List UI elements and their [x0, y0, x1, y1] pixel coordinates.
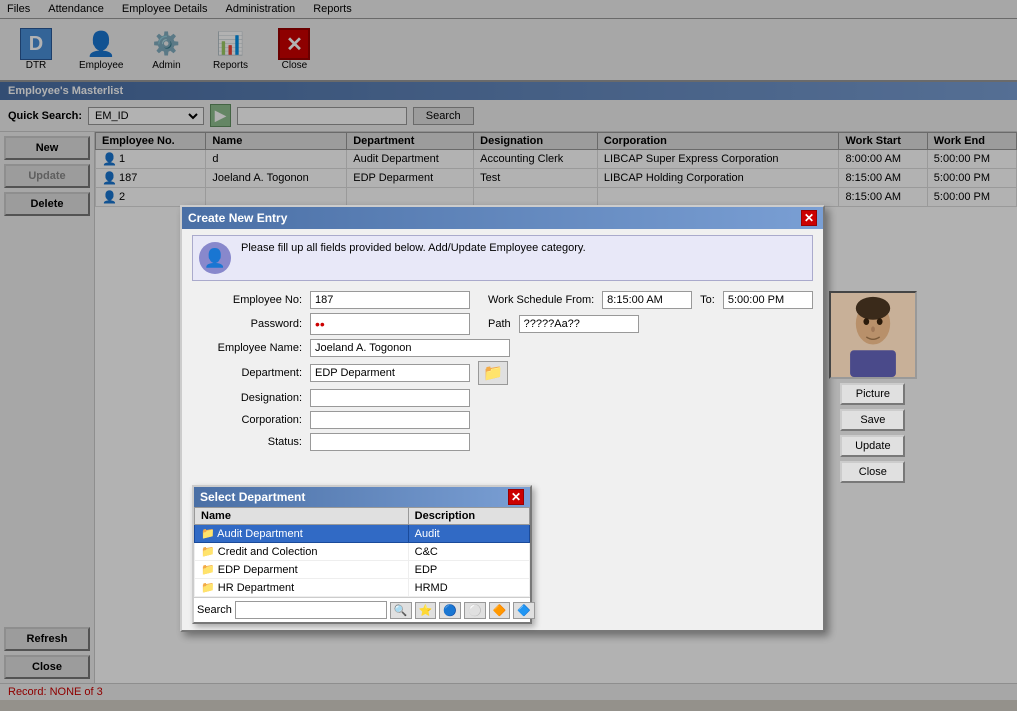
status-input[interactable]: [310, 433, 470, 451]
dept-dropdown-title-text: Select Department: [200, 490, 305, 504]
dept-row[interactable]: 📁 Credit and Colection C&C: [195, 543, 530, 561]
dept-row-icon: 📁: [201, 546, 218, 558]
dept-col-desc: Description: [408, 508, 529, 525]
department-row: Department: 📁: [192, 361, 813, 385]
employee-name-row: Employee Name:: [192, 339, 813, 357]
dept-cell-name: 📁 HR Department: [195, 579, 409, 597]
work-schedule-label: Work Schedule From:: [488, 294, 594, 306]
dept-cell-desc: C&C: [408, 543, 529, 561]
dept-row[interactable]: 📁 Audit Department Audit: [195, 525, 530, 543]
dept-search-label: Search: [197, 604, 232, 616]
dept-row[interactable]: 📁 HR Department HRMD: [195, 579, 530, 597]
corporation-input[interactable]: [310, 411, 470, 429]
dept-row[interactable]: 📁 EDP Deparment EDP: [195, 561, 530, 579]
dept-col-name: Name: [195, 508, 409, 525]
designation-input[interactable]: [310, 389, 470, 407]
department-browse-button[interactable]: 📁: [478, 361, 508, 385]
dept-row-icon: 📁: [201, 564, 218, 576]
path-input[interactable]: [519, 315, 639, 333]
dept-dropdown-title: Select Department ✕: [194, 487, 530, 507]
work-from-input[interactable]: [602, 291, 692, 309]
corporation-row: Corporation:: [192, 411, 813, 429]
work-to-input[interactable]: [723, 291, 813, 309]
employee-name-label: Employee Name:: [192, 342, 302, 354]
corporation-label: Corporation:: [192, 414, 302, 426]
modal-overlay: Create New Entry ✕ 👤 Please fill up all …: [0, 0, 1017, 711]
path-label: Path: [488, 318, 511, 330]
employee-no-row: Employee No: Work Schedule From: To:: [192, 291, 813, 309]
password-row: Password: Path: [192, 313, 813, 335]
modal-close-button[interactable]: ✕: [801, 210, 817, 226]
dept-search-icon-btn-3[interactable]: 🔵: [439, 602, 461, 619]
save-button[interactable]: Save: [840, 409, 905, 431]
modal-title: Create New Entry: [188, 211, 287, 225]
status-row: Status:: [192, 433, 813, 451]
modal-update-button[interactable]: Update: [840, 435, 905, 457]
dept-search-bar: Search 🔍 ⭐ 🔵 ⚪ 🔶 🔷: [194, 597, 530, 622]
department-input[interactable]: [310, 364, 470, 382]
dept-dropdown-close-button[interactable]: ✕: [508, 489, 524, 505]
employee-photo: [831, 291, 915, 379]
work-to-label: To:: [700, 294, 715, 306]
dept-cell-desc: Audit: [408, 525, 529, 543]
modal-titlebar: Create New Entry ✕: [182, 207, 823, 229]
dept-table: Name Description 📁 Audit Department Audi…: [194, 507, 530, 597]
modal-header-msg: Please fill up all fields provided below…: [241, 242, 586, 254]
modal-header: 👤 Please fill up all fields provided bel…: [192, 235, 813, 281]
employee-no-input[interactable]: [310, 291, 470, 309]
password-input[interactable]: [310, 313, 470, 335]
password-label: Password:: [192, 318, 302, 330]
photo-box: [829, 291, 917, 379]
department-label: Department:: [192, 367, 302, 379]
picture-button[interactable]: Picture: [840, 383, 905, 405]
dept-cell-name: 📁 EDP Deparment: [195, 561, 409, 579]
employee-no-label: Employee No:: [192, 294, 302, 306]
modal-header-icon: 👤: [199, 242, 231, 274]
designation-row: Designation:: [192, 389, 813, 407]
dept-row-icon: 📁: [201, 528, 217, 540]
dept-search-icon-btn-1[interactable]: 🔍: [390, 602, 412, 619]
dept-search-icon-btn-2[interactable]: ⭐: [415, 602, 437, 619]
dept-cell-name: 📁 Credit and Colection: [195, 543, 409, 561]
modal-close-action-button[interactable]: Close: [840, 461, 905, 483]
dept-search-icon-btn-6[interactable]: 🔷: [513, 602, 535, 619]
dept-search-icon-btn-5[interactable]: 🔶: [489, 602, 511, 619]
status-label: Status:: [192, 436, 302, 448]
create-new-entry-modal: Create New Entry ✕ 👤 Please fill up all …: [180, 205, 825, 632]
dept-search-input[interactable]: [235, 601, 387, 619]
dept-cell-desc: HRMD: [408, 579, 529, 597]
dept-cell-name: 📁 Audit Department: [195, 525, 409, 543]
designation-label: Designation:: [192, 392, 302, 404]
dept-row-icon: 📁: [201, 582, 218, 594]
dept-dropdown: Select Department ✕ Name Description 📁 A: [192, 485, 532, 624]
dept-search-icon-btn-4[interactable]: ⚪: [464, 602, 486, 619]
employee-name-input[interactable]: [310, 339, 510, 357]
dept-cell-desc: EDP: [408, 561, 529, 579]
